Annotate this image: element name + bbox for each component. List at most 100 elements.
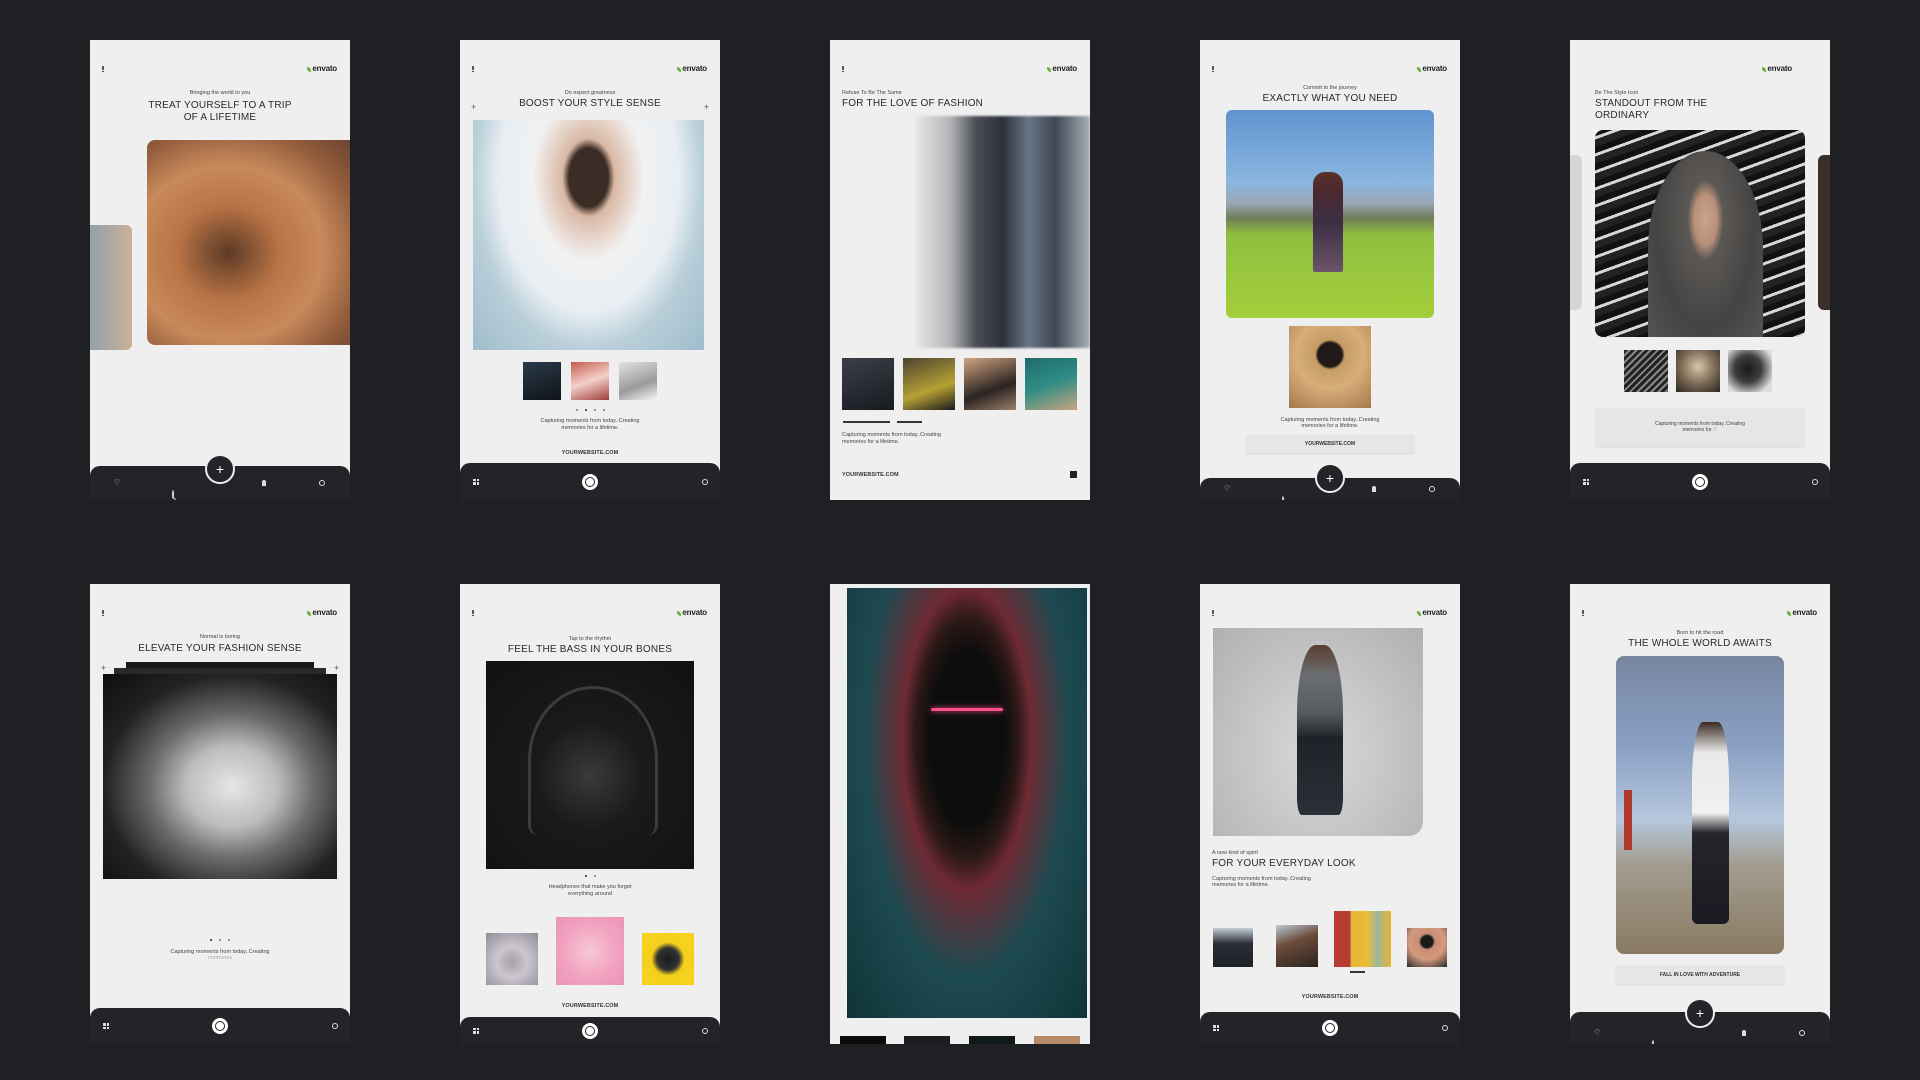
add-button[interactable]: +	[1685, 998, 1715, 1028]
menu-icon[interactable]	[472, 610, 474, 616]
leaf-icon	[307, 66, 312, 72]
grid-icon[interactable]	[103, 1023, 109, 1029]
square-icon[interactable]	[1070, 471, 1077, 478]
brand-name: envato	[1052, 64, 1077, 73]
plus-icon: +	[703, 102, 709, 112]
thumbnail[interactable]	[1213, 928, 1253, 967]
bottom-navbar	[90, 1008, 350, 1044]
brand-name: envato	[1422, 608, 1447, 617]
grid-icon[interactable]	[473, 1027, 479, 1034]
title: FOR THE LOVE OF FASHION	[842, 98, 984, 109]
menu-icon[interactable]	[472, 66, 474, 72]
hero-photo	[1595, 130, 1805, 337]
hero-photo	[473, 120, 704, 350]
home-button[interactable]	[1322, 1020, 1338, 1036]
thumbnail[interactable]	[1676, 350, 1720, 392]
brand-logo: envato	[1417, 64, 1447, 73]
brand-logo: envato	[677, 64, 707, 73]
title: FOR YOUR EVERYDAY LOOK	[1212, 858, 1356, 869]
thumbnail-selected[interactable]	[1334, 911, 1391, 967]
caption-line-2: everything around	[567, 891, 613, 897]
story-card-style[interactable]: envato Do expect greatness BOOST YOUR ST…	[460, 40, 720, 500]
thumbnail[interactable]	[842, 358, 894, 410]
menu-icon[interactable]	[1582, 610, 1584, 616]
gear-icon[interactable]	[1442, 1025, 1448, 1031]
thumbnail[interactable]	[964, 358, 1016, 410]
story-card-everyday[interactable]: envato A new kind of spirit FOR YOUR EVE…	[1200, 584, 1460, 1044]
website-link[interactable]: YOURWEBSITE.COM	[1200, 994, 1460, 1000]
title: ELEVATE YOUR FASHION SENSE	[138, 643, 302, 654]
gear-icon[interactable]	[1799, 1029, 1805, 1036]
search-icon[interactable]	[172, 490, 174, 499]
filmstrip-thumb[interactable]	[969, 1036, 1015, 1044]
filmstrip-thumb[interactable]	[1034, 1036, 1080, 1044]
side-photo	[90, 225, 132, 350]
heart-icon[interactable]: ♡	[1224, 486, 1230, 493]
product-thumbnail[interactable]	[486, 933, 538, 985]
story-card-world[interactable]: envato Born to hit the road THE WHOLE WO…	[1570, 584, 1830, 1044]
website-link[interactable]: YOURWEBSITE.COM	[460, 1003, 720, 1009]
bell-icon[interactable]	[1742, 1029, 1746, 1036]
thumbnail[interactable]	[1624, 350, 1668, 392]
story-card-fashion[interactable]: envato Refuse To Be The Same FOR THE LOV…	[830, 40, 1090, 500]
website-button[interactable]: YOURWEBSITE.COM	[1246, 435, 1414, 453]
bell-icon[interactable]	[1372, 486, 1376, 492]
story-card-bass[interactable]: envato Tap to the rhythm FEEL THE BASS I…	[460, 584, 720, 1044]
gear-icon[interactable]	[332, 1023, 338, 1029]
home-button[interactable]	[1692, 473, 1708, 490]
plus-icon: +	[333, 663, 339, 673]
kicker: Bringing the world to you	[189, 90, 251, 96]
search-icon[interactable]	[1652, 1039, 1654, 1044]
product-thumbnail[interactable]	[642, 933, 694, 985]
menu-icon[interactable]	[102, 610, 104, 616]
menu-icon[interactable]	[102, 66, 104, 72]
story-card-elevate[interactable]: envato Normal is boring ELEVATE YOUR FAS…	[90, 584, 350, 1044]
add-button[interactable]: +	[1315, 463, 1345, 493]
search-icon[interactable]	[1282, 496, 1284, 500]
gear-icon[interactable]	[319, 480, 325, 486]
thumbnail[interactable]	[1276, 925, 1318, 967]
menu-icon[interactable]	[1212, 66, 1214, 72]
thumbnail[interactable]	[619, 362, 657, 400]
thumbnail[interactable]	[903, 358, 955, 410]
heart-icon[interactable]: ♡	[1594, 1029, 1600, 1036]
menu-icon[interactable]	[1212, 610, 1214, 616]
thumbnail[interactable]	[1407, 928, 1447, 967]
home-button[interactable]	[582, 1022, 598, 1039]
hero-photo	[486, 661, 694, 869]
cta-button[interactable]: FALL IN LOVE WITH ADVENTURE	[1616, 966, 1784, 984]
brand-name: envato	[1422, 64, 1447, 73]
grid-icon[interactable]	[473, 478, 479, 485]
gear-icon[interactable]	[702, 1027, 708, 1034]
home-button[interactable]	[582, 473, 598, 490]
add-button[interactable]: +	[205, 454, 235, 484]
website-link[interactable]: YOURWEBSITE.COM	[460, 450, 720, 456]
hero-photo	[915, 116, 1090, 348]
filmstrip-thumb[interactable]	[904, 1036, 950, 1044]
filmstrip-thumb[interactable]	[840, 1036, 886, 1044]
gear-icon[interactable]	[1429, 486, 1435, 492]
story-card-travel[interactable]: envato Bringing the world to you TREAT Y…	[90, 40, 350, 500]
story-card-portrait[interactable]	[830, 584, 1090, 1044]
thumbnail[interactable]	[523, 362, 561, 400]
brand-logo: envato	[1787, 608, 1817, 617]
website-link[interactable]: YOURWEBSITE.COM	[842, 472, 1090, 478]
grid-icon[interactable]	[1583, 478, 1589, 485]
menu-icon[interactable]	[842, 66, 844, 72]
home-button[interactable]	[212, 1018, 228, 1034]
title-line-1: TREAT YOURSELF TO A TRIP	[148, 100, 292, 111]
gear-icon[interactable]	[1812, 478, 1818, 485]
story-card-standout[interactable]: envato Be The Style Icon STANDOUT FROM T…	[1570, 40, 1830, 500]
brand-name: envato	[1767, 64, 1792, 73]
story-card-journey[interactable]: envato Commit to the journey EXACTLY WHA…	[1200, 40, 1460, 500]
heart-icon[interactable]: ♡	[114, 480, 120, 487]
thumbnail[interactable]	[571, 362, 609, 400]
gear-icon[interactable]	[702, 478, 708, 485]
secondary-photo	[1289, 326, 1371, 408]
product-thumbnail[interactable]	[556, 917, 624, 985]
title-line-2: OF A LIFETIME	[183, 112, 257, 123]
thumbnail[interactable]	[1728, 350, 1772, 392]
bell-icon[interactable]	[262, 480, 266, 486]
grid-icon[interactable]	[1213, 1025, 1219, 1031]
thumbnail[interactable]	[1025, 358, 1077, 410]
